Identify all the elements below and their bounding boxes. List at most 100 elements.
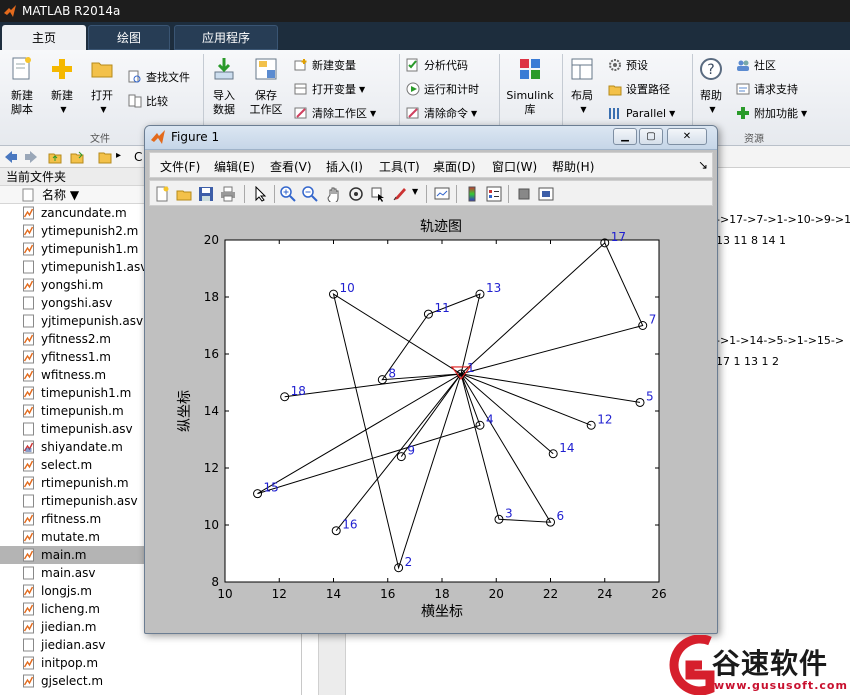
path-text[interactable]: C — [134, 150, 142, 164]
plot-axes[interactable] — [224, 239, 660, 583]
hide-plot-tools-icon[interactable] — [516, 186, 532, 202]
x-tick-label: 20 — [489, 587, 504, 601]
open-button[interactable]: 打开 ▼ — [86, 56, 118, 117]
new-script-button[interactable]: 新建 脚本 — [4, 56, 40, 117]
simulink-label-2: 库 — [524, 103, 536, 116]
figure-titlebar[interactable]: Figure 1 ▁ ▢ ✕ — [145, 126, 717, 150]
file-name: mutate.m — [41, 530, 100, 544]
clear-commands-button[interactable]: 清除命令 ▼ — [406, 104, 477, 122]
figure-menubar: 文件(F) 编辑(E) 查看(V) 插入(I) 工具(T) 桌面(D) 窗口(W… — [149, 152, 713, 178]
rotate-3d-icon[interactable] — [348, 186, 364, 202]
pointer-arrow-icon[interactable] — [252, 186, 268, 202]
community-icon — [737, 60, 749, 71]
help-label: 帮助 — [700, 89, 722, 102]
file-icon — [23, 494, 34, 508]
print-icon[interactable] — [220, 186, 236, 202]
matlab-file-icon — [23, 512, 34, 526]
menu-tools[interactable]: 工具(T) — [379, 158, 420, 175]
matlab-file-icon — [23, 656, 34, 670]
layout-button[interactable]: 布局 ▼ — [566, 56, 598, 117]
minimize-button[interactable]: ▁ — [613, 128, 637, 145]
colorbar-icon[interactable] — [464, 186, 480, 202]
menu-view[interactable]: 查看(V) — [270, 158, 312, 175]
show-plot-tools-icon[interactable] — [538, 186, 554, 202]
simulink-library-button[interactable]: Simulink 库 — [504, 56, 556, 117]
forward-arrow-icon[interactable] — [24, 150, 38, 164]
import-data-button[interactable]: 导入 数据 — [208, 56, 240, 117]
menu-dock-arrow-icon[interactable]: ↘ — [698, 158, 708, 172]
file-list-item[interactable]: jiedian.asv — [0, 636, 301, 654]
maximize-button[interactable]: ▢ — [639, 128, 663, 145]
clear-workspace-label: 清除工作区 — [312, 107, 367, 120]
open-variable-button[interactable]: 打开变量 ▼ — [294, 80, 365, 98]
help-button[interactable]: ? 帮助 ▼ — [696, 56, 726, 117]
data-cursor-icon[interactable] — [370, 186, 386, 202]
legend-icon[interactable] — [486, 186, 502, 202]
clear-workspace-button[interactable]: 清除工作区 ▼ — [294, 104, 376, 122]
menu-edit[interactable]: 编辑(E) — [214, 158, 255, 175]
zoom-out-icon[interactable] — [302, 186, 318, 202]
file-icon — [23, 638, 34, 652]
save-icon[interactable] — [198, 186, 214, 202]
new-figure-icon[interactable] — [154, 186, 170, 202]
path-chevron-icon[interactable]: ▸ — [116, 150, 121, 161]
matlab-file-icon — [23, 368, 34, 382]
menu-insert[interactable]: 插入(I) — [326, 158, 363, 175]
close-button[interactable]: ✕ — [667, 128, 707, 145]
run-and-time-icon — [406, 82, 420, 96]
new-variable-button[interactable]: 新建变量 — [294, 56, 356, 74]
request-support-button[interactable]: 请求支持 — [736, 80, 798, 98]
help-chevron-down-icon: ▼ — [709, 105, 716, 114]
addons-chevron-down-icon[interactable]: ▼ — [801, 109, 807, 118]
close-icon: ✕ — [682, 131, 692, 142]
new-button[interactable]: 新建 ▼ — [46, 56, 78, 117]
maximize-icon: ▢ — [646, 131, 656, 142]
addons-button[interactable]: 附加功能 ▼ — [736, 104, 807, 122]
up-folder-icon[interactable] — [48, 150, 62, 164]
file-name: zancundate.m — [41, 206, 127, 220]
tab-home[interactable]: 主页 — [2, 25, 86, 50]
community-button[interactable]: 社区 — [736, 56, 776, 74]
figure-title: Figure 1 — [171, 130, 220, 144]
open-file-icon[interactable] — [176, 186, 192, 202]
pan-hand-icon[interactable] — [326, 186, 342, 202]
menu-desktop[interactable]: 桌面(D) — [433, 158, 476, 175]
save-workspace-button[interactable]: 保存 工作区 — [246, 56, 286, 117]
layout-label: 布局 — [571, 89, 593, 102]
menu-help[interactable]: 帮助(H) — [552, 158, 594, 175]
request-support-icon — [736, 83, 750, 95]
brush-chevron-down-icon[interactable]: ▼ — [412, 187, 418, 196]
trajectory-plot[interactable]: 轨迹图 10 12 14 16 18 20 22 24 268101214161820 1234… — [149, 208, 713, 625]
tab-apps[interactable]: 应用程序 — [174, 25, 278, 50]
clear-workspace-chevron-down-icon[interactable]: ▼ — [370, 109, 376, 118]
browse-folder-icon[interactable] — [70, 150, 84, 164]
x-tick-label: 26 — [651, 587, 666, 601]
file-list-item[interactable]: initpop.m — [0, 654, 301, 672]
menu-window[interactable]: 窗口(W) — [492, 158, 537, 175]
clear-commands-chevron-down-icon[interactable]: ▼ — [471, 109, 477, 118]
y-tick-label: 10 — [204, 518, 219, 532]
compare-button[interactable]: 比较 — [128, 92, 168, 110]
find-files-button[interactable]: 查找文件 — [128, 68, 190, 86]
matlab-file-icon — [23, 350, 34, 364]
set-path-button[interactable]: 设置路径 — [608, 80, 670, 98]
file-list-item[interactable]: gjselect.m — [0, 672, 301, 690]
run-and-time-button[interactable]: 运行和计时 — [406, 80, 479, 98]
back-arrow-icon[interactable] — [4, 150, 18, 164]
parallel-button[interactable]: Parallel ▼ — [608, 104, 675, 122]
point-label: 5 — [646, 389, 654, 403]
link-plot-icon[interactable] — [434, 186, 450, 202]
preferences-button[interactable]: 预设 — [608, 56, 648, 74]
point-label: 3 — [505, 506, 513, 520]
app-titlebar: MATLAB R2014a — [0, 0, 850, 22]
tab-plots[interactable]: 绘图 — [88, 25, 170, 50]
menu-file[interactable]: 文件(F) — [160, 158, 200, 175]
brush-icon[interactable] — [392, 186, 408, 202]
parallel-chevron-down-icon[interactable]: ▼ — [669, 109, 675, 118]
matlab-file-icon — [23, 458, 34, 472]
open-variable-chevron-down-icon[interactable]: ▼ — [359, 85, 365, 94]
analyze-code-button[interactable]: 分析代码 — [406, 56, 468, 74]
open-variable-label: 打开变量 — [312, 83, 356, 96]
find-files-label: 查找文件 — [146, 71, 190, 84]
zoom-in-icon[interactable] — [280, 186, 296, 202]
